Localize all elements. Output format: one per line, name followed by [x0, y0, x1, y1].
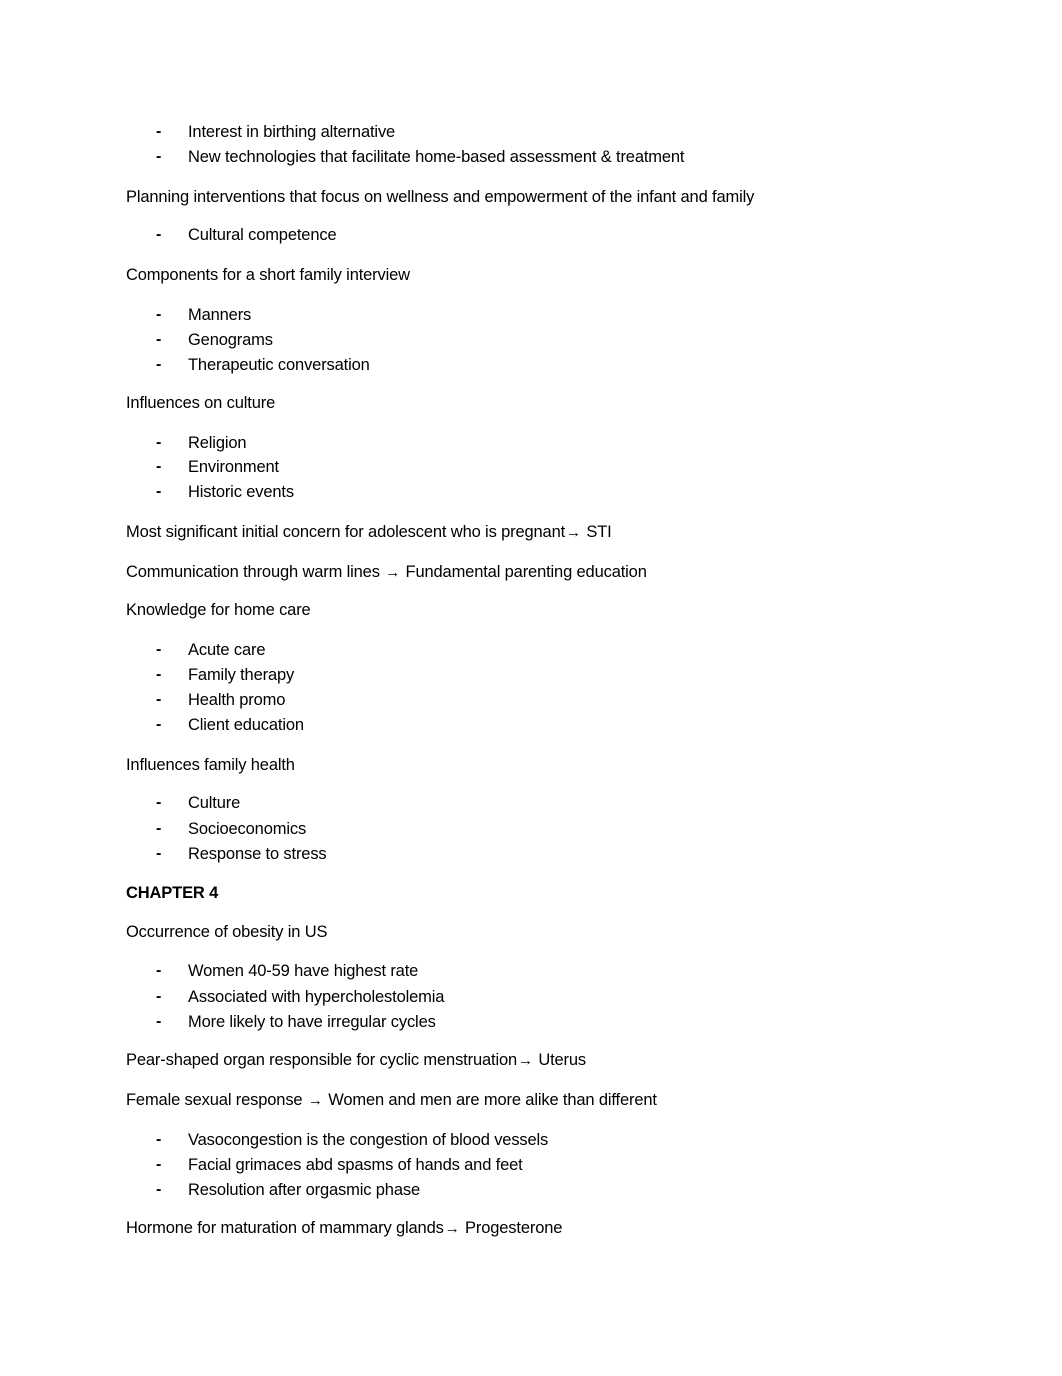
bullet-item: Health promo: [188, 691, 286, 709]
bullet-item: Cultural competence: [188, 226, 337, 244]
arrow-right-icon: →: [444, 1220, 460, 1237]
arrow-paragraph: Female sexual response → Women and men a…: [126, 1090, 657, 1111]
bullet-marker: -: [156, 226, 162, 243]
bullet-item: Facial grimaces abd spasms of hands and …: [188, 1156, 523, 1174]
bullet-marker: -: [156, 356, 162, 373]
bullet-marker: -: [156, 716, 162, 733]
bullet-item: Acute care: [188, 641, 266, 659]
bullet-item: Vasocongestion is the congestion of bloo…: [188, 1131, 549, 1149]
arrow-right-icon: →: [566, 524, 581, 541]
bullet-marker: -: [156, 458, 162, 475]
arrow-paragraph-right: Women and men are more alike than differ…: [328, 1091, 657, 1109]
bullet-item: Family therapy: [188, 666, 295, 684]
bullet-marker: -: [156, 434, 162, 451]
paragraph: Planning interventions that focus on wel…: [126, 188, 755, 206]
bullet-item: Resolution after orgasmic phase: [188, 1181, 420, 1199]
bullet-marker: -: [156, 794, 162, 811]
bullet-item: Historic events: [188, 483, 294, 501]
bullet-marker: -: [156, 691, 162, 708]
arrow-paragraph-left: Pear-shaped organ responsible for cyclic…: [126, 1051, 518, 1069]
bullet-marker: -: [156, 845, 162, 862]
paragraph: Components for a short family interview: [126, 266, 410, 284]
arrow-paragraph: Hormone for maturation of mammary glands…: [126, 1218, 562, 1239]
bullet-item: More likely to have irregular cycles: [188, 1013, 436, 1031]
bullet-item: Genograms: [188, 331, 273, 349]
arrow-paragraph-left: Female sexual response: [126, 1091, 307, 1109]
bullet-marker: -: [156, 1013, 162, 1030]
bullet-item: Socioeconomics: [188, 820, 307, 838]
bullet-item: Women 40-59 have highest rate: [188, 962, 419, 980]
bullet-marker: -: [156, 1181, 162, 1198]
bullet-marker: -: [156, 1156, 162, 1173]
arrow-paragraph-right: STI: [586, 523, 612, 541]
bullet-marker: -: [156, 306, 162, 323]
bullet-marker: -: [156, 483, 162, 500]
bullet-marker: -: [156, 666, 162, 683]
arrow-right-icon: →: [518, 1052, 533, 1069]
bullet-item: Interest in birthing alternative: [188, 123, 396, 141]
paragraph: Knowledge for home care: [126, 601, 311, 619]
bullet-marker: -: [156, 988, 162, 1005]
bullet-item: New technologies that facilitate home-ba…: [188, 148, 685, 166]
arrow-paragraph-left: Communication through warm lines: [126, 563, 385, 581]
bullet-item: Client education: [188, 716, 304, 734]
paragraph: Influences on culture: [126, 394, 276, 412]
paragraph: Occurrence of obesity in US: [126, 923, 328, 941]
arrow-paragraph-right: Fundamental parenting education: [405, 563, 647, 581]
bullet-item: Environment: [188, 458, 279, 476]
arrow-right-icon: →: [307, 1092, 323, 1109]
bullet-marker: -: [156, 1131, 162, 1148]
arrow-paragraph: Pear-shaped organ responsible for cyclic…: [126, 1050, 586, 1071]
arrow-paragraph-left: Most significant initial concern for ado…: [126, 523, 566, 541]
arrow-paragraph: Most significant initial concern for ado…: [126, 522, 612, 543]
bullet-item: Response to stress: [188, 845, 327, 863]
bullet-marker: -: [156, 962, 162, 979]
bullet-marker: -: [156, 123, 162, 140]
bullet-item: Associated with hypercholestolemia: [188, 988, 445, 1006]
bullet-item: Religion: [188, 434, 247, 452]
bullet-marker: -: [156, 820, 162, 837]
bullet-item: Manners: [188, 306, 252, 324]
paragraph: Influences family health: [126, 756, 295, 774]
arrow-paragraph-right: Uterus: [538, 1051, 587, 1069]
arrow-paragraph-left: Hormone for maturation of mammary glands: [126, 1219, 444, 1237]
chapter-heading: CHAPTER 4: [126, 884, 219, 902]
bullet-item: Therapeutic conversation: [188, 356, 370, 374]
arrow-paragraph-right: Progesterone: [465, 1219, 563, 1237]
document-page: - Interest in birthing alternative - New…: [0, 0, 1062, 1376]
bullet-marker: -: [156, 641, 162, 658]
bullet-marker: -: [156, 148, 162, 165]
bullet-marker: -: [156, 331, 162, 348]
arrow-right-icon: →: [385, 564, 401, 581]
bullet-item: Culture: [188, 794, 241, 812]
arrow-paragraph: Communication through warm lines → Funda…: [126, 562, 647, 583]
